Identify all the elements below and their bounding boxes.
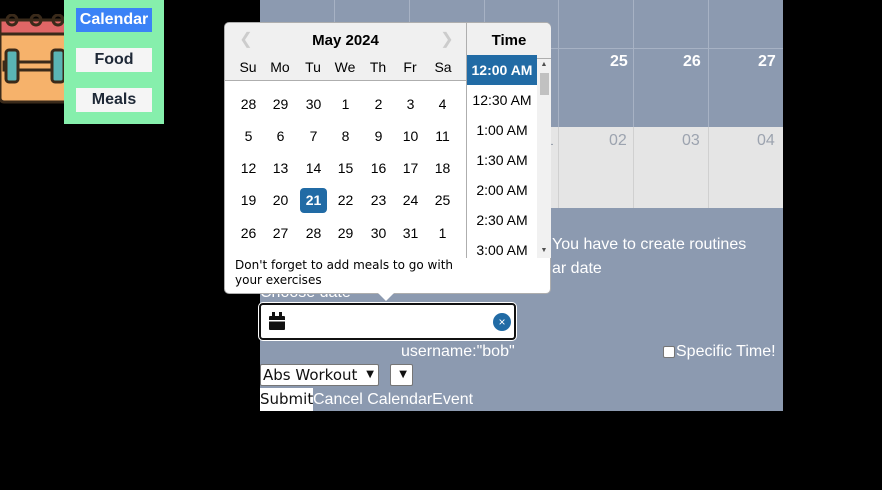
weekday-label: Sa <box>434 59 452 75</box>
day-cell[interactable]: 26 <box>235 221 262 246</box>
day-cell[interactable]: 16 <box>365 156 392 181</box>
day-cell[interactable]: 25 <box>429 188 456 213</box>
day-cell[interactable]: 29 <box>332 221 359 246</box>
weekday-label: Fr <box>403 59 417 75</box>
day-cell[interactable]: 18 <box>429 156 456 181</box>
date-input[interactable]: × <box>259 303 516 340</box>
day-cell[interactable]: 30 <box>300 92 327 117</box>
calendar-day[interactable]: 03 <box>682 132 700 150</box>
username-text: username:"bob" <box>401 343 515 360</box>
time-option[interactable]: 2:30 AM <box>467 205 537 235</box>
chevron-down-icon: ▼ <box>399 369 407 380</box>
nav-calendar-button[interactable]: Calendar <box>76 8 152 32</box>
day-cell[interactable]: 17 <box>397 156 424 181</box>
specific-time-label: Specific Time! <box>676 343 776 360</box>
day-cell[interactable]: 31 <box>397 221 424 246</box>
calendar-day[interactable]: 04 <box>757 132 775 150</box>
day-cell[interactable]: 21 <box>300 188 327 213</box>
routine-message-cont: ar date <box>552 260 602 277</box>
day-cell[interactable]: 28 <box>235 92 262 117</box>
grid-line <box>558 127 559 208</box>
day-cell[interactable]: 24 <box>397 188 424 213</box>
day-cell[interactable]: 12 <box>235 156 262 181</box>
time-list: Time 12:00 AM 12:30 AM 1:00 AM 1:30 AM 2:00 … <box>466 23 551 258</box>
time-header: Time <box>467 23 551 59</box>
submit-button[interactable]: Submit <box>260 388 313 411</box>
day-cell[interactable]: 6 <box>267 124 294 149</box>
routine-select[interactable]: Abs Workout ▼ <box>260 364 379 386</box>
time-option[interactable]: 1:00 AM <box>467 115 537 145</box>
day-cell[interactable]: 3 <box>397 92 424 117</box>
nav-food-button[interactable]: Food <box>76 48 152 72</box>
routine-message: You have to create routines <box>552 236 747 253</box>
day-cell[interactable]: 14 <box>300 156 327 181</box>
time-option[interactable]: 3:00 AM <box>467 235 537 265</box>
datepicker-header: ❮ May 2024 ❯ Su Mo Tu We Th Fr Sa <box>225 23 466 81</box>
time-option[interactable]: 12:30 AM <box>467 85 537 115</box>
day-cell[interactable]: 1 <box>332 92 359 117</box>
weekday-label: Su <box>239 59 257 75</box>
side-nav: Calendar Food Meals <box>64 0 164 124</box>
calendar-day[interactable]: 25 <box>610 53 628 71</box>
scroll-up-icon[interactable]: ▲ <box>540 61 548 69</box>
grid-line <box>558 0 559 127</box>
grid-line <box>708 127 709 208</box>
specific-time-toggle[interactable]: Specific Time! <box>663 343 776 361</box>
calendar-day[interactable]: 27 <box>758 53 776 71</box>
app-root: Calendar Food Meals 25 26 27 01 02 03 04… <box>0 0 882 490</box>
grid-line <box>708 0 709 127</box>
day-cell[interactable]: 22 <box>332 188 359 213</box>
day-cell[interactable]: 8 <box>332 124 359 149</box>
day-cell[interactable]: 20 <box>267 188 294 213</box>
time-scrollbar[interactable]: ▲ ▼ <box>537 59 551 258</box>
day-cell[interactable]: 28 <box>300 221 327 246</box>
day-cell[interactable]: 5 <box>235 124 262 149</box>
day-cell[interactable]: 2 <box>365 92 392 117</box>
secondary-select[interactable]: ▼ <box>390 364 413 386</box>
popup-pointer <box>378 293 394 301</box>
day-cell[interactable]: 29 <box>267 92 294 117</box>
weekday-label: Th <box>369 59 387 75</box>
day-cell[interactable]: 11 <box>429 124 456 149</box>
day-cell[interactable]: 1 <box>429 221 456 246</box>
day-cell[interactable]: 9 <box>365 124 392 149</box>
time-option[interactable]: 1:30 AM <box>467 145 537 175</box>
grid-line <box>633 0 634 127</box>
specific-time-checkbox[interactable] <box>663 346 675 358</box>
clear-date-button[interactable]: × <box>493 313 511 331</box>
day-cell[interactable]: 15 <box>332 156 359 181</box>
time-option[interactable]: 2:00 AM <box>467 175 537 205</box>
grid-line <box>633 127 634 208</box>
cancel-event-button[interactable]: Cancel CalendarEvent <box>313 391 473 409</box>
day-cell[interactable]: 27 <box>267 221 294 246</box>
datepicker-popup: ❮ May 2024 ❯ Su Mo Tu We Th Fr Sa 28 29 30… <box>224 22 551 294</box>
day-cell[interactable]: 4 <box>429 92 456 117</box>
calendar-day[interactable]: 02 <box>609 132 627 150</box>
day-cell[interactable]: 30 <box>365 221 392 246</box>
weekday-label: We <box>334 59 356 75</box>
weekday-label: Tu <box>305 59 321 75</box>
day-cell[interactable]: 13 <box>267 156 294 181</box>
time-option[interactable]: 12:00 AM <box>467 55 537 85</box>
chevron-down-icon: ▼ <box>366 369 374 380</box>
month-label: May 2024 <box>312 32 379 49</box>
day-cell[interactable]: 10 <box>397 124 424 149</box>
calendar-day[interactable]: 26 <box>683 53 701 71</box>
calendar-icon <box>269 312 285 330</box>
scroll-down-icon[interactable]: ▼ <box>540 247 548 255</box>
meal-reminder-note: Don't forget to add meals to go with you… <box>235 258 453 287</box>
next-month-button[interactable]: ❯ <box>440 32 454 48</box>
day-cell[interactable]: 7 <box>300 124 327 149</box>
routine-select-value: Abs Workout <box>263 366 358 384</box>
weekday-label: Mo <box>270 59 290 75</box>
nav-meals-button[interactable]: Meals <box>76 88 152 112</box>
day-cell[interactable]: 19 <box>235 188 262 213</box>
day-cell[interactable]: 23 <box>365 188 392 213</box>
scrollbar-thumb[interactable] <box>540 73 549 95</box>
